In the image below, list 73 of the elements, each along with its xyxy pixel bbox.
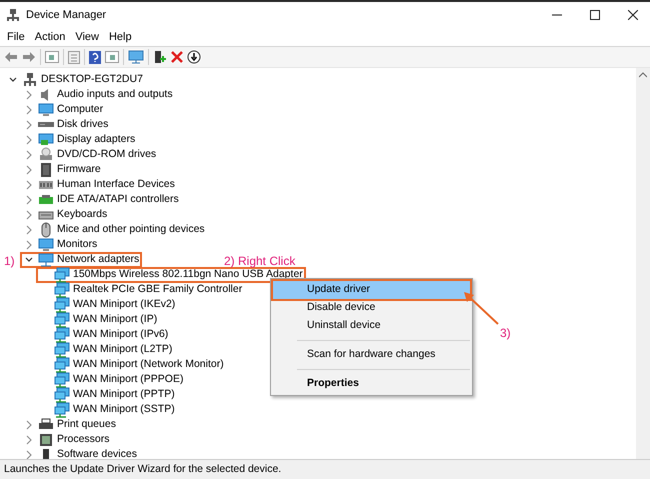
step-label: 3) [500, 325, 511, 342]
tree-item[interactable]: IDE ATA/ATAPI controllers [57, 192, 179, 207]
scrollbar[interactable] [636, 68, 650, 459]
tree-item[interactable]: Processors [57, 432, 110, 447]
computer-icon [22, 72, 38, 88]
menu-item[interactable]: Uninstall device [273, 317, 470, 335]
menu-item[interactable]: View [70, 28, 104, 46]
window-title: Device Manager [26, 8, 106, 23]
tree-item[interactable]: Audio inputs and outputs [57, 87, 173, 102]
tree-item[interactable]: Monitors [57, 237, 98, 252]
network-icon [54, 266, 70, 282]
network-icon [54, 402, 70, 418]
menu-item[interactable]: Scan for hardware changes [273, 346, 470, 364]
tree-item[interactable]: Firmware [57, 162, 101, 177]
network-icon [54, 372, 70, 388]
monitor-icon [38, 132, 54, 148]
tree-item[interactable]: Disk drives [57, 117, 108, 132]
arrow [462, 290, 500, 326]
drive-icon [38, 122, 54, 127]
back-icon[interactable] [4, 51, 18, 63]
maximize-icon[interactable] [590, 10, 600, 20]
menu-item[interactable]: Disable device [273, 299, 470, 317]
menu-item[interactable]: Help [104, 28, 137, 46]
tree-item[interactable]: WAN Miniport (PPTP) [73, 387, 175, 402]
network-icon [54, 342, 70, 358]
close-icon[interactable] [628, 10, 638, 20]
tree-item[interactable]: DVD/CD-ROM drives [57, 147, 156, 162]
tree-item[interactable]: Computer [57, 102, 104, 117]
forward-icon[interactable] [22, 51, 36, 63]
scroll-up-icon[interactable] [639, 72, 647, 78]
step-label: 1) [4, 253, 15, 270]
network-icon [54, 282, 70, 298]
device-add-icon[interactable] [153, 50, 167, 64]
menu-item[interactable]: Action [30, 28, 70, 46]
panel-icon[interactable] [45, 51, 59, 63]
menu-item[interactable]: Update driver [273, 281, 470, 299]
help-icon[interactable] [89, 50, 101, 64]
tree-item[interactable]: WAN Miniport (IP) [73, 312, 158, 327]
network-icon [54, 296, 70, 312]
tree-item[interactable]: WAN Miniport (SSTP) [73, 402, 175, 417]
network-icon [38, 252, 54, 268]
download-icon[interactable] [187, 50, 201, 64]
network-icon [54, 356, 70, 372]
disc-drive-icon [38, 146, 54, 162]
tree-item[interactable]: Software devices [57, 447, 137, 459]
monitor-icon[interactable] [128, 50, 144, 64]
step-label: 2) Right Click [224, 253, 296, 269]
tree-item[interactable]: DESKTOP-EGT2DU7 [41, 72, 143, 87]
processor-icon [38, 432, 54, 448]
tree-item[interactable]: Display adapters [57, 132, 136, 147]
monitor-icon [38, 236, 54, 252]
tree-item[interactable]: Keyboards [57, 207, 108, 222]
tree-item[interactable]: WAN Miniport (L2TP) [73, 342, 172, 357]
tree-item[interactable]: Print queues [57, 417, 116, 432]
delete-icon[interactable] [171, 51, 183, 63]
tree-item[interactable]: Realtek PCIe GBE Family Controller [73, 282, 242, 297]
panel-icon[interactable] [105, 51, 119, 63]
menu-item[interactable]: File [2, 28, 30, 46]
monitor-icon [38, 102, 54, 118]
properties-icon[interactable] [68, 50, 80, 64]
menu-item[interactable]: Properties [273, 375, 470, 393]
tree-item[interactable]: WAN Miniport (Network Monitor) [73, 357, 224, 372]
network-icon [54, 386, 70, 402]
network-icon [54, 312, 70, 328]
computer-icon [6, 8, 20, 22]
chip-icon [38, 162, 54, 178]
network-icon [54, 326, 70, 342]
tree-item[interactable]: WAN Miniport (PPPOE) [73, 372, 184, 387]
tree-item[interactable]: Human Interface Devices [57, 177, 175, 192]
tree-item[interactable]: WAN Miniport (IPv6) [73, 327, 168, 342]
tree-item[interactable]: WAN Miniport (IKEv2) [73, 297, 176, 312]
tree-item[interactable]: Mice and other pointing devices [57, 222, 205, 237]
status-bar: Launches the Update Driver Wizard for the selected device. [0, 459, 650, 479]
